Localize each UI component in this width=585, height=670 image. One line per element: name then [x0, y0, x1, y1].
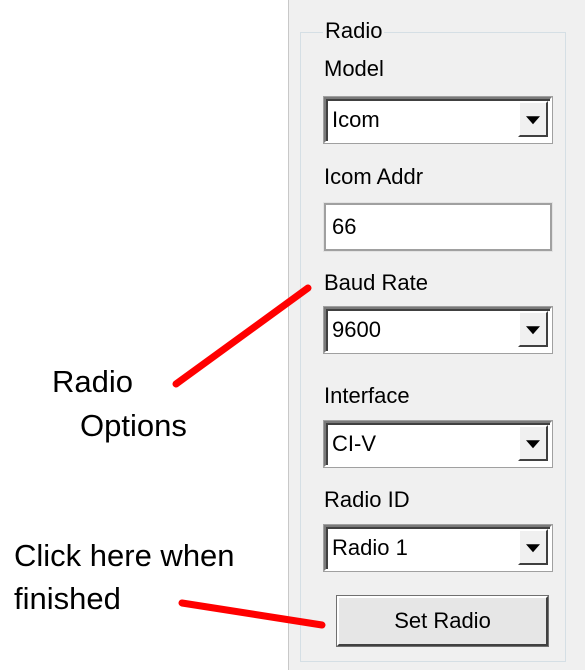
icom-addr-input[interactable]: [326, 205, 550, 249]
interface-dropdown[interactable]: CI-V: [323, 420, 553, 468]
icom-addr-label: Icom Addr: [324, 164, 424, 189]
radio-options-note-line2: Options: [80, 408, 187, 443]
radio-id-label: Radio ID: [324, 487, 410, 512]
radio-id-dropdown-value: Radio 1: [332, 535, 408, 560]
chevron-down-icon: [526, 326, 540, 335]
baud-rate-label: Baud Rate: [324, 270, 428, 295]
model-dropdown-button[interactable]: [518, 101, 548, 137]
radio-id-dropdown-button[interactable]: [518, 529, 548, 565]
interface-dropdown-button[interactable]: [518, 425, 548, 461]
chevron-down-icon: [526, 116, 540, 125]
groupbox-title: Radio: [323, 18, 385, 44]
icom-addr-field[interactable]: [323, 202, 553, 252]
click-here-note-line2: finished: [14, 581, 121, 616]
radio-options-note-line1: Radio: [52, 364, 133, 399]
model-dropdown[interactable]: Icom: [323, 96, 553, 144]
chevron-down-icon: [526, 544, 540, 553]
model-label: Model: [324, 56, 384, 81]
baud-rate-dropdown-value: 9600: [332, 317, 381, 342]
baud-rate-dropdown[interactable]: 9600: [323, 306, 553, 354]
interface-dropdown-value: CI-V: [332, 431, 376, 456]
set-radio-button[interactable]: Set Radio: [336, 595, 549, 647]
baud-rate-dropdown-button[interactable]: [518, 311, 548, 347]
radio-id-dropdown[interactable]: Radio 1: [323, 524, 553, 572]
model-dropdown-value: Icom: [332, 107, 380, 132]
chevron-down-icon: [526, 440, 540, 449]
click-here-note-line1: Click here when: [14, 538, 235, 573]
interface-label: Interface: [324, 383, 410, 408]
